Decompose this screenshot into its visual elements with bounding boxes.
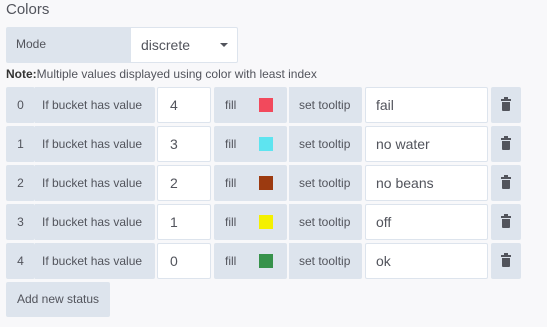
color-swatch[interactable]: [259, 98, 273, 112]
rule-value-input[interactable]: 3: [157, 126, 211, 162]
delete-rule-button[interactable]: [491, 204, 521, 240]
rule-tooltip-label: set tooltip: [287, 126, 362, 162]
rule-condition: If bucket has value: [35, 126, 155, 162]
rule-tooltip-label: set tooltip: [287, 165, 362, 201]
rule-index: 4: [6, 243, 35, 279]
rule-index: 0: [6, 87, 35, 123]
mode-row: Mode discrete: [6, 27, 238, 63]
rule-tooltip-input[interactable]: fail: [365, 87, 488, 123]
rule-fill[interactable]: fill: [214, 204, 287, 240]
rule-value-input[interactable]: 0: [157, 243, 211, 279]
rule-condition-label: If bucket has value: [42, 254, 143, 268]
color-swatch[interactable]: [259, 215, 273, 229]
rule-value-input[interactable]: 4: [157, 87, 211, 123]
rule-tooltip-label: set tooltip: [287, 87, 362, 123]
trash-icon: [501, 136, 511, 150]
chevron-down-icon: [220, 43, 228, 47]
color-swatch[interactable]: [259, 254, 273, 268]
rule-tooltip-input[interactable]: no water: [365, 126, 488, 162]
rule-index: 3: [6, 204, 35, 240]
rule-value-input[interactable]: 2: [157, 165, 211, 201]
rule-tooltip-input[interactable]: no beans: [365, 165, 488, 201]
mode-label: Mode: [6, 27, 130, 63]
trash-icon: [501, 214, 511, 228]
rule-tooltip-input[interactable]: off: [365, 204, 488, 240]
rule-condition: If bucket has value: [35, 165, 155, 201]
rule-condition-label: If bucket has value: [42, 176, 143, 190]
rule-fill[interactable]: fill: [214, 87, 287, 123]
note-text: Multiple values displayed using color wi…: [36, 67, 317, 81]
mode-select-value: discrete: [141, 37, 191, 53]
rule-condition-label: If bucket has value: [42, 215, 143, 229]
trash-icon: [501, 253, 511, 267]
mode-select[interactable]: discrete: [130, 27, 238, 63]
delete-rule-button[interactable]: [491, 87, 521, 123]
trash-icon: [501, 97, 511, 111]
rule-tooltip-label: set tooltip: [287, 243, 362, 279]
note-label: Note:: [6, 67, 37, 81]
section-title: Colors: [6, 1, 50, 18]
rule-condition: If bucket has value: [35, 243, 155, 279]
rule-condition-label: If bucket has value: [42, 98, 143, 112]
note: Note:Multiple values displayed using col…: [6, 66, 317, 82]
rule-tooltip-label: set tooltip: [287, 204, 362, 240]
rule-condition-label: If bucket has value: [42, 137, 143, 151]
trash-icon: [501, 175, 511, 189]
delete-rule-button[interactable]: [491, 126, 521, 162]
color-swatch[interactable]: [259, 137, 273, 151]
delete-rule-button[interactable]: [491, 243, 521, 279]
rule-fill-label: fill: [225, 215, 237, 229]
rule-index: 1: [6, 126, 35, 162]
add-status-button[interactable]: Add new status: [6, 282, 110, 317]
rule-fill[interactable]: fill: [214, 243, 287, 279]
rule-index: 2: [6, 165, 35, 201]
delete-rule-button[interactable]: [491, 165, 521, 201]
rule-tooltip-input[interactable]: ok: [365, 243, 488, 279]
rule-value-input[interactable]: 1: [157, 204, 211, 240]
rule-fill-label: fill: [225, 137, 237, 151]
rule-fill-label: fill: [225, 254, 237, 268]
rule-condition: If bucket has value: [35, 204, 155, 240]
rule-fill[interactable]: fill: [214, 165, 287, 201]
rule-fill-label: fill: [225, 176, 237, 190]
rule-fill[interactable]: fill: [214, 126, 287, 162]
rule-condition: If bucket has value: [35, 87, 155, 123]
rule-fill-label: fill: [225, 98, 237, 112]
color-swatch[interactable]: [259, 176, 273, 190]
